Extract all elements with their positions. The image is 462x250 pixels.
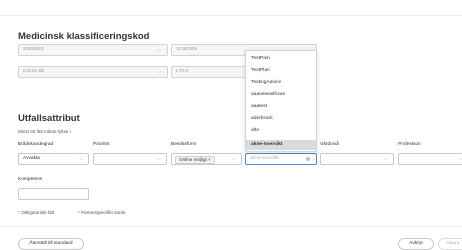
- required-note: Minst ett fält måste fyllas i: [18, 129, 71, 134]
- chevron-down-icon: ⌵: [157, 156, 161, 162]
- dropdown-item[interactable]: aderbrack: [246, 114, 316, 124]
- urgency-label: Brådskandegrad: [18, 142, 54, 147]
- clear-icon[interactable]: [306, 157, 310, 161]
- advice-dropdown: TestPain TestPlan TestingAdvice aaanewse…: [245, 50, 317, 152]
- classification-system-value-1: SNOMED: [23, 47, 45, 52]
- bottom-divider: [0, 226, 462, 227]
- classification-system-select-2: ICD10-SE ⌵: [18, 66, 168, 78]
- chevron-down-icon: ⌵: [311, 156, 315, 162]
- competence-label: Kompetens: [18, 177, 43, 182]
- classification-system-value-2: ICD10-SE: [23, 69, 45, 74]
- chevron-down-icon: ⌵: [79, 156, 83, 162]
- reset-button[interactable]: Återställ till standard: [18, 238, 84, 250]
- competence-input[interactable]: [18, 188, 89, 200]
- dropdown-item[interactable]: TestPain: [246, 54, 316, 64]
- attributes-title: Utfallsattribut: [18, 113, 80, 124]
- footnote-required: * Obligatoriskt fält: [18, 210, 54, 215]
- chevron-down-icon: ⌵: [384, 156, 388, 162]
- dropdown-item[interactable]: TestingAdvice: [246, 78, 316, 88]
- top-divider: [0, 15, 462, 16]
- chevron-down-icon: ⌵: [157, 69, 161, 75]
- cancel-button[interactable]: Avbryt: [398, 238, 434, 250]
- advice-search-input[interactable]: akne-översikt ⌵: [245, 153, 317, 165]
- care-level-select[interactable]: ⌵: [320, 153, 394, 165]
- chevron-down-icon: ⌵: [458, 156, 462, 162]
- visit-form-chip[interactable]: Online möjligt ×: [175, 155, 215, 164]
- urgency-select[interactable]: Avvakta ⌵: [18, 153, 89, 165]
- advice-search-placeholder: akne-översikt: [250, 156, 279, 161]
- dropdown-item[interactable]: aaatest: [246, 102, 316, 112]
- chevron-down-icon: ⌵: [157, 47, 161, 53]
- save-button[interactable]: Spara: [438, 238, 462, 250]
- profession-label: Profession: [398, 142, 421, 147]
- classification-title: Medicinsk klassificeringskod: [18, 31, 150, 42]
- priority-label: Prioritet: [93, 142, 110, 147]
- urgency-value: Avvakta: [23, 156, 40, 161]
- visit-form-label: Besöksform: [171, 142, 197, 147]
- classification-code-value-2: L70.9: [176, 69, 189, 74]
- profession-select[interactable]: ⌵: [398, 153, 462, 165]
- visit-form-select[interactable]: Online möjligt × ⌵: [171, 153, 242, 165]
- dropdown-item[interactable]: TestPlan: [246, 66, 316, 76]
- dropdown-item[interactable]: aaanewselfcare: [246, 90, 316, 100]
- dropdown-item-selected[interactable]: akne-översikt: [246, 140, 316, 150]
- footnote-partner: * Partnerspecifikt värde: [78, 210, 126, 215]
- priority-select[interactable]: ⌵: [93, 153, 167, 165]
- classification-system-select-1: SNOMED ⌵: [18, 44, 168, 56]
- chevron-down-icon: ⌵: [232, 156, 236, 162]
- classification-code-value-1: 11381005: [176, 47, 197, 52]
- dropdown-item[interactable]: afte: [246, 126, 316, 136]
- care-level-label: Vårdnivå: [320, 142, 339, 147]
